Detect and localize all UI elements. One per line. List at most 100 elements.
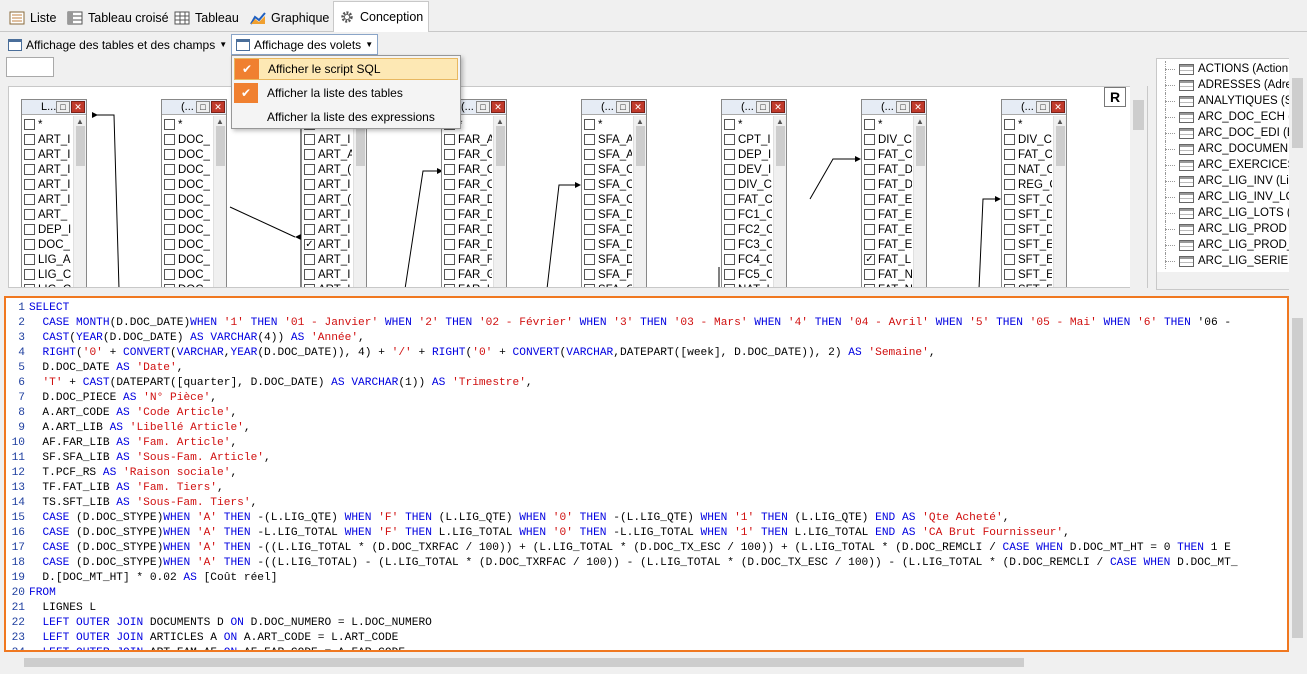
field-item[interactable]: DIV_COD — [864, 132, 912, 147]
field-item[interactable]: ART_I — [24, 177, 72, 192]
field-item[interactable]: DOC_ — [164, 207, 212, 222]
chevron-up-icon[interactable]: ▲ — [496, 117, 504, 126]
field-checkbox[interactable] — [1004, 164, 1015, 175]
field-checkbox[interactable] — [164, 194, 175, 205]
field-scrollbar[interactable]: ▲ — [213, 116, 226, 287]
field-item[interactable]: SFA_D_P — [584, 207, 632, 222]
field-checkbox[interactable] — [304, 194, 315, 205]
field-checkbox[interactable]: ✓ — [864, 254, 875, 265]
r-button[interactable]: R — [1104, 87, 1126, 107]
field-checkbox[interactable] — [584, 134, 595, 145]
tree-item-table[interactable]: ARC_DOC_EDI (E — [1157, 125, 1295, 141]
field-checkbox[interactable] — [724, 149, 735, 160]
close-icon[interactable]: ✕ — [911, 101, 925, 113]
field-item[interactable]: ART_I — [304, 177, 352, 192]
field-checkbox[interactable] — [164, 164, 175, 175]
field-checkbox[interactable] — [24, 239, 35, 250]
panels-display-button[interactable]: Affichage des volets ▼ — [231, 34, 379, 55]
tab-liste[interactable]: Liste — [4, 4, 61, 32]
field-item[interactable]: SFA_GRO — [584, 282, 632, 287]
field-item[interactable]: NAT_COD — [1004, 162, 1052, 177]
field-item[interactable]: DOC_ — [164, 192, 212, 207]
close-icon[interactable]: ✕ — [211, 101, 225, 113]
zoom-input[interactable] — [6, 57, 54, 77]
field-item[interactable]: FAR_F_A — [444, 252, 492, 267]
menu-item-show-expression-list[interactable]: Afficher la liste des expressions — [234, 106, 458, 128]
tab-tableau[interactable]: Tableau — [169, 4, 244, 32]
field-item[interactable]: DEP_I — [24, 222, 72, 237]
field-checkbox[interactable] — [584, 269, 595, 280]
field-checkbox[interactable] — [24, 149, 35, 160]
field-checkbox[interactable] — [1004, 209, 1015, 220]
field-checkbox[interactable] — [24, 284, 35, 287]
field-item[interactable]: FAR_CAT — [444, 147, 492, 162]
field-item[interactable]: FAT_EXC — [864, 222, 912, 237]
field-checkbox[interactable] — [444, 209, 455, 220]
chevron-up-icon[interactable]: ▲ — [916, 117, 924, 126]
field-checkbox[interactable] — [304, 134, 315, 145]
field-item[interactable]: ART_( — [304, 192, 352, 207]
field-checkbox[interactable] — [304, 224, 315, 235]
field-checkbox[interactable] — [444, 194, 455, 205]
field-checkbox[interactable] — [304, 149, 315, 160]
field-checkbox[interactable] — [724, 284, 735, 287]
field-scrollbar[interactable]: ▲ — [353, 116, 366, 287]
field-item[interactable]: FAR_GRO — [444, 267, 492, 282]
table-window[interactable]: (...□✕*SFA_AUCSFA_AUCSFA_CATSFA_CODSFA_C… — [581, 99, 647, 287]
field-item[interactable]: SFA_CON — [584, 192, 632, 207]
field-item[interactable]: DOC_ — [164, 252, 212, 267]
maximize-icon[interactable]: □ — [616, 101, 630, 113]
field-item[interactable]: * — [864, 117, 912, 132]
field-item[interactable]: LIG_C — [24, 267, 72, 282]
field-checkbox[interactable] — [1004, 134, 1015, 145]
field-item[interactable]: FAT_DTM — [864, 177, 912, 192]
field-item[interactable]: LIG_C — [24, 282, 72, 287]
field-item[interactable]: DOC_ — [164, 132, 212, 147]
field-item[interactable]: ART_I — [304, 207, 352, 222]
field-item[interactable]: DOC_ — [164, 222, 212, 237]
close-icon[interactable]: ✕ — [491, 101, 505, 113]
field-scrollbar[interactable]: ▲ — [73, 116, 86, 287]
field-item[interactable]: SFT_EXB — [1004, 252, 1052, 267]
field-checkbox[interactable] — [304, 254, 315, 265]
field-checkbox[interactable] — [584, 179, 595, 190]
field-item[interactable]: ART_I — [304, 267, 352, 282]
chevron-up-icon[interactable]: ▲ — [216, 117, 224, 126]
field-item[interactable]: DOC_ — [164, 147, 212, 162]
field-checkbox[interactable] — [444, 239, 455, 250]
field-checkbox[interactable] — [24, 269, 35, 280]
field-item[interactable]: FAR_DTM — [444, 237, 492, 252]
field-checkbox[interactable] — [584, 239, 595, 250]
field-item[interactable]: FAT_DOF — [864, 162, 912, 177]
table-window[interactable]: (... □ ✕ * DOC_ DOC_ DOC_ DOC_ DOC_ DOC_ DOC_ DOC_ D… — [161, 99, 227, 287]
field-item[interactable]: SFT_EXP — [1004, 282, 1052, 287]
field-scrollbar[interactable]: ▲ — [773, 116, 786, 287]
field-checkbox[interactable] — [164, 209, 175, 220]
field-item[interactable]: CPT_I — [724, 132, 772, 147]
field-checkbox[interactable] — [444, 224, 455, 235]
field-item[interactable]: ART_I — [24, 147, 72, 162]
field-checkbox[interactable] — [864, 239, 875, 250]
field-item[interactable]: DOC_ — [164, 237, 212, 252]
field-item[interactable]: LIG_A — [24, 252, 72, 267]
maximize-icon[interactable]: □ — [1036, 101, 1050, 113]
field-checkbox[interactable] — [24, 134, 35, 145]
field-item[interactable]: SFA_F_AI — [584, 267, 632, 282]
field-item[interactable]: SFT_EXC — [1004, 267, 1052, 282]
field-item[interactable]: SFA_DEL — [584, 222, 632, 237]
field-item[interactable]: FAR_I_PF — [444, 282, 492, 287]
field-checkbox[interactable] — [1004, 239, 1015, 250]
field-checkbox[interactable] — [24, 194, 35, 205]
field-checkbox[interactable] — [164, 254, 175, 265]
field-item[interactable]: * — [1004, 117, 1052, 132]
tree-item-table[interactable]: ARC_EXERCICES — [1157, 157, 1295, 173]
field-item[interactable]: NAT_I — [724, 282, 772, 287]
field-checkbox[interactable] — [1004, 194, 1015, 205]
field-item[interactable]: FAR_AUC — [444, 132, 492, 147]
field-item[interactable]: FAT_EXB — [864, 207, 912, 222]
menu-item-show-sql-script[interactable]: ✔ Afficher le script SQL — [234, 58, 458, 80]
field-checkbox[interactable] — [864, 209, 875, 220]
field-checkbox[interactable] — [304, 269, 315, 280]
field-checkbox[interactable] — [864, 164, 875, 175]
chevron-up-icon[interactable]: ▲ — [776, 117, 784, 126]
